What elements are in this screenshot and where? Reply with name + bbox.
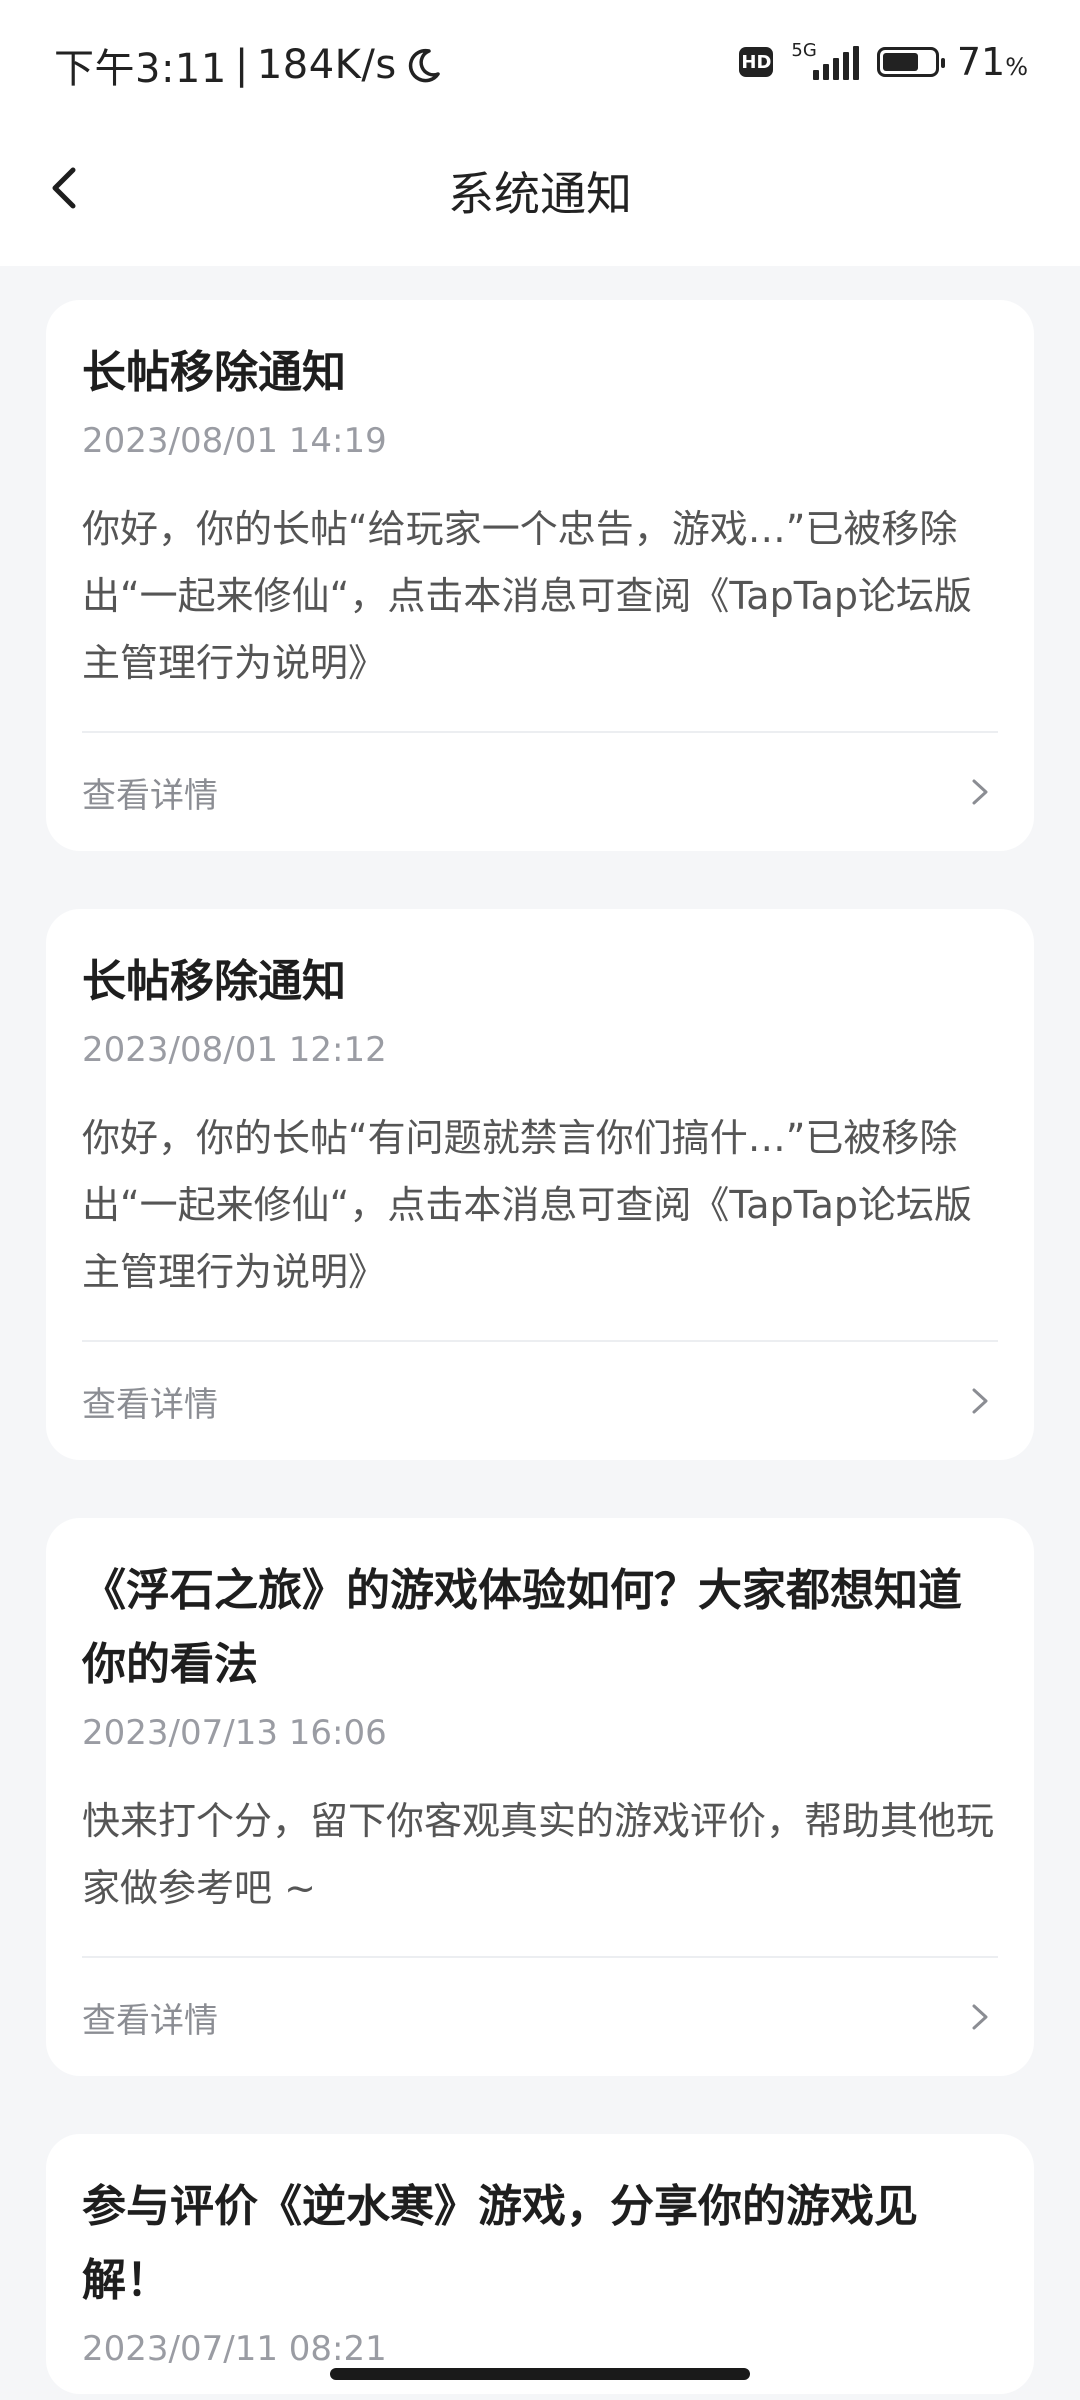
notification-card[interactable]: 长帖移除通知 2023/08/01 14:19 你好，你的长帖“给玩家一个忠告，… (46, 300, 1034, 851)
page-title: 系统通知 (448, 167, 632, 221)
notification-time: 2023/07/11 08:21 (82, 2329, 387, 2369)
moon-icon (408, 48, 440, 83)
chevron-right-icon (972, 2004, 988, 2030)
notification-title: 长帖移除通知 (82, 347, 346, 398)
status-separator: | (234, 42, 249, 88)
status-left: 下午3:11 | 184K/s (54, 36, 443, 94)
chevron-right-icon (972, 779, 988, 805)
view-details-row[interactable]: 查看详情 (82, 1956, 998, 2076)
status-time: 下午3:11 (54, 46, 227, 92)
notification-title: 长帖移除通知 (82, 956, 346, 1007)
notification-title: 参与评价《逆水寒》游戏，分享你的游戏见解！ (82, 2181, 918, 2306)
status-right: HD 5G 71% (739, 40, 1028, 84)
view-details-label: 查看详情 (82, 775, 218, 816)
notification-time: 2023/07/13 16:06 (82, 1713, 387, 1753)
view-details-row[interactable]: 查看详情 (82, 1340, 998, 1460)
notification-body: 你好，你的长帖“给玩家一个忠告，游戏…”已被移除出“一起来修仙“，点击本消息可查… (82, 507, 973, 685)
network-type: 5G (791, 40, 817, 61)
chevron-right-icon (972, 1388, 988, 1414)
percent-sign: % (1005, 53, 1028, 81)
status-bar: 下午3:11 | 184K/s HD 5G 71% (0, 0, 1080, 128)
battery-percent-value: 71 (956, 40, 1006, 84)
hd-badge: HD (739, 47, 774, 77)
notification-time: 2023/08/01 14:19 (82, 421, 387, 461)
notification-list: 长帖移除通知 2023/08/01 14:19 你好，你的长帖“给玩家一个忠告，… (46, 300, 1034, 2394)
signal-bars-icon (812, 44, 859, 80)
view-details-label: 查看详情 (82, 2000, 218, 2041)
battery-icon (876, 47, 945, 77)
notification-title: 《浮石之旅》的游戏体验如何？大家都想知道你的看法 (82, 1565, 962, 1690)
notification-card[interactable]: 长帖移除通知 2023/08/01 12:12 你好，你的长帖“有问题就禁言你们… (46, 909, 1034, 1460)
view-details-row[interactable]: 查看详情 (82, 731, 998, 851)
battery-fill (882, 53, 919, 71)
notification-card[interactable]: 《浮石之旅》的游戏体验如何？大家都想知道你的看法 2023/07/13 16:0… (46, 1518, 1034, 2076)
notification-card[interactable]: 参与评价《逆水寒》游戏，分享你的游戏见解！ 2023/07/11 08:21 (46, 2134, 1034, 2394)
home-indicator[interactable] (330, 2368, 750, 2380)
app-header: 系统通知 (0, 128, 1080, 266)
notification-time: 2023/08/01 12:12 (82, 1030, 387, 1070)
notification-body: 你好，你的长帖“有问题就禁言你们搞什…”已被移除出“一起来修仙“，点击本消息可查… (82, 1116, 973, 1294)
network-speed: 184K/s (256, 42, 397, 88)
battery-percent: 71% (957, 40, 1028, 84)
view-details-label: 查看详情 (82, 1384, 218, 1425)
notification-body: 快来打个分，留下你客观真实的游戏评价，帮助其他玩家做参考吧 ~ (82, 1799, 995, 1910)
signal-indicator: 5G (791, 40, 859, 80)
